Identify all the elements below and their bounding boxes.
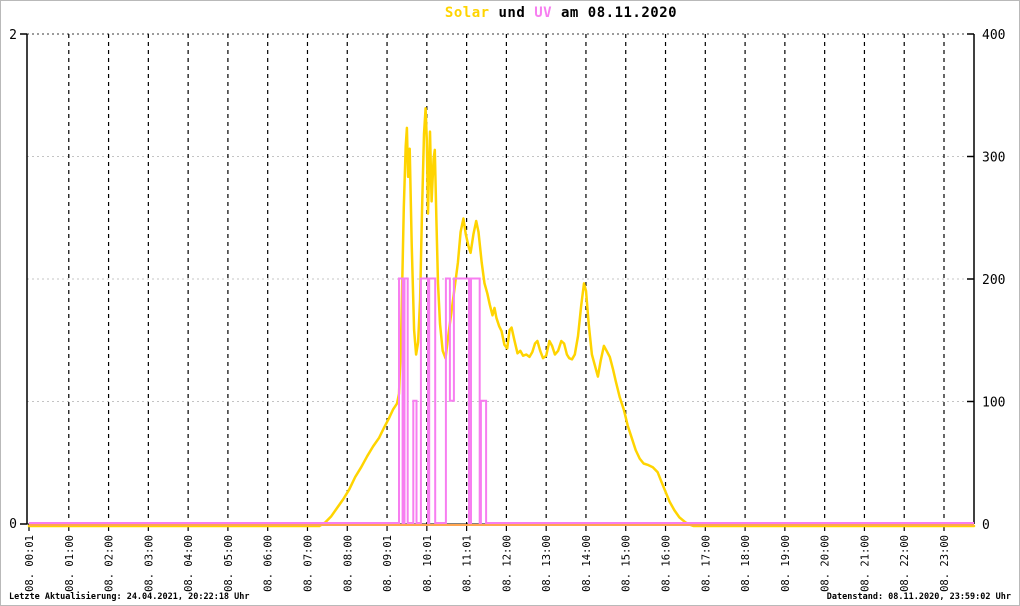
chart-window: 0 2 0 100 200 300 400 08. 00:01 08. 01:00 08. 02:…: [0, 0, 1020, 606]
x-tick-label: 08. 12:00: [501, 535, 513, 592]
axis-labels-layer: 0 2 0 100 200 300 400 08. 00:01 08. 01:00 08. 02:…: [9, 28, 1005, 592]
x-tick-label: 08. 00:01: [24, 535, 36, 592]
x-tick-label: 08. 03:00: [143, 535, 155, 592]
x-tick-label: 08. 05:00: [223, 535, 235, 592]
grid-layer: [27, 33, 974, 524]
solar-line: [27, 107, 976, 528]
title-segment-3: am 08.11.2020: [552, 5, 678, 21]
y-left-tick-label: 2: [9, 28, 17, 43]
x-tick-label: 08. 14:00: [581, 535, 593, 592]
x-tick-label: 08. 09:01: [382, 535, 394, 592]
x-tick-label: 08. 17:00: [700, 535, 712, 592]
x-tick-label: 08. 22:00: [899, 535, 911, 592]
axes-layer: [20, 33, 975, 531]
chart-title: Solar und UV am 08.11.2020: [445, 5, 677, 21]
x-tick-label: 08. 06:00: [263, 535, 275, 592]
x-tick-label: 08. 19:00: [780, 535, 792, 592]
x-tick-label: 08. 01:00: [64, 535, 76, 592]
data-state-text: Datenstand: 08.11.2020, 23:59:02 Uhr: [826, 592, 1011, 602]
x-tick-label: 08. 07:00: [302, 535, 314, 592]
y-right-tick-label: 100: [982, 396, 1005, 411]
x-tick-label: 08. 21:00: [859, 535, 871, 592]
x-tick-label: 08. 18:00: [740, 535, 752, 592]
x-tick-label: 08. 11:01: [462, 535, 474, 592]
y-right-tick-label: 200: [982, 273, 1005, 288]
x-tick-label: 08. 16:00: [661, 535, 673, 592]
y-right-tick-label: 400: [982, 28, 1005, 43]
title-segment-0: Solar: [444, 5, 490, 21]
x-tick-label: 08. 02:00: [104, 535, 116, 592]
series-layer: [27, 107, 976, 528]
x-tick-label: 08. 10:01: [422, 535, 434, 592]
y-right-tick-label: 300: [982, 151, 1005, 166]
x-tick-label: 08. 13:00: [541, 535, 553, 592]
y-left-tick-label: 0: [9, 517, 17, 532]
x-tick-label: 08. 08:00: [342, 535, 354, 592]
title-segment-1: und: [489, 5, 535, 21]
last-update-text: Letzte Aktualisierung: 24.04.2021, 20:22…: [9, 592, 250, 602]
uv-line: [29, 277, 974, 524]
title-segment-2: UV: [534, 5, 553, 21]
chart-canvas: 0 2 0 100 200 300 400 08. 00:01 08. 01:00 08. 02:…: [9, 28, 1005, 592]
x-tick-label: 08. 20:00: [820, 535, 832, 592]
x-tick-label: 08. 04:00: [183, 535, 195, 592]
y-right-tick-label: 0: [982, 518, 990, 533]
x-tick-label: 08. 23:00: [939, 535, 951, 592]
x-tick-label: 08. 15:00: [621, 535, 633, 592]
